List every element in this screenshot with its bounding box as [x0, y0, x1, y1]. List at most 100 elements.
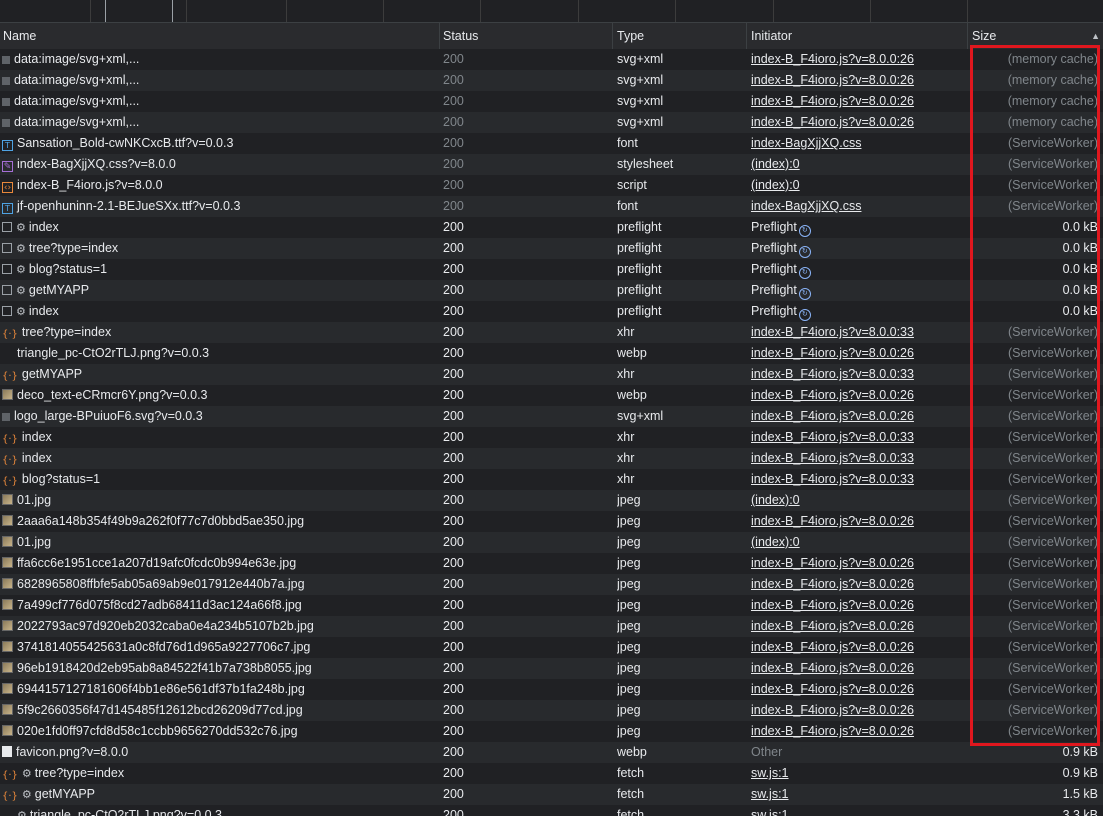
initiator-link[interactable]: (index):0	[751, 157, 800, 171]
network-request-row[interactable]: data:image/svg+xml,... 200 svg+xml index-B_…	[0, 112, 1103, 133]
initiator-link[interactable]: index-B_F4ioro.js?v=8.0.0:33	[751, 367, 914, 381]
initiator-cell: index-B_F4ioro.js?v=8.0.0:26	[751, 574, 963, 595]
network-request-row[interactable]: data:image/svg+xml,... 200 svg+xml index-B_…	[0, 91, 1103, 112]
preflight-link-icon[interactable]: ↻	[798, 288, 811, 300]
initiator-link[interactable]: index-BagXjjXQ.css	[751, 199, 861, 213]
network-request-row[interactable]: ‹› index-B_F4ioro.js?v=8.0.0 200 script (ind…	[0, 175, 1103, 196]
network-request-row[interactable]: ⚙ tree?type=index 200 preflight Preflight ↻ 0.…	[0, 238, 1103, 259]
initiator-cell: index-B_F4ioro.js?v=8.0.0:33	[751, 427, 963, 448]
initiator-link[interactable]: index-B_F4ioro.js?v=8.0.0:26	[751, 640, 914, 654]
preflight-link-icon[interactable]: ↻	[798, 246, 811, 258]
network-request-row[interactable]: ffa6cc6e1951cce1a207d19afc0fcdc0b994e63e…	[0, 553, 1103, 574]
initiator-link[interactable]: index-B_F4ioro.js?v=8.0.0:33	[751, 325, 914, 339]
initiator-link[interactable]: index-B_F4ioro.js?v=8.0.0:26	[751, 682, 914, 696]
network-request-row[interactable]: {·} index 200 xhr index-B_F4ioro.js?v=8.0.0:…	[0, 427, 1103, 448]
image-file-icon	[2, 704, 13, 715]
initiator-link[interactable]: (index):0	[751, 493, 800, 507]
initiator-link[interactable]: index-BagXjjXQ.css	[751, 136, 861, 150]
initiator-link[interactable]: index-B_F4ioro.js?v=8.0.0:26	[751, 598, 914, 612]
initiator-link[interactable]: index-B_F4ioro.js?v=8.0.0:26	[751, 73, 914, 87]
network-request-row[interactable]: 2022793ac97d920eb2032caba0e4a234b5107b2b…	[0, 616, 1103, 637]
network-request-row[interactable]: ⚙ triangle_pc-CtO2rTLJ.png?v=0.0.3 200 fetc…	[0, 805, 1103, 816]
initiator-link[interactable]: index-B_F4ioro.js?v=8.0.0:26	[751, 724, 914, 738]
initiator-link[interactable]: index-B_F4ioro.js?v=8.0.0:26	[751, 52, 914, 66]
network-request-row[interactable]: T Sansation_Bold-cwNKCxcB.ttf?v=0.0.3 200 f…	[0, 133, 1103, 154]
network-request-row[interactable]: data:image/svg+xml,... 200 svg+xml index-B_…	[0, 70, 1103, 91]
initiator-link[interactable]: index-B_F4ioro.js?v=8.0.0:26	[751, 514, 914, 528]
initiator-link[interactable]: index-B_F4ioro.js?v=8.0.0:33	[751, 430, 914, 444]
column-header-name[interactable]: Name	[0, 23, 441, 49]
network-request-row[interactable]: triangle_pc-CtO2rTLJ.png?v=0.0.3 200 webp i…	[0, 343, 1103, 364]
request-name-cell: ⚙ blog?status=1	[0, 259, 440, 280]
initiator-link[interactable]: index-B_F4ioro.js?v=8.0.0:26	[751, 409, 914, 423]
initiator-link[interactable]: index-B_F4ioro.js?v=8.0.0:26	[751, 94, 914, 108]
network-table-header: Name Status Type Initiator Size ▲	[0, 22, 1103, 50]
network-request-row[interactable]: 2aaa6a148b354f49b9a262f0f77c7d0bbd5ae350…	[0, 511, 1103, 532]
timeline-tick	[286, 0, 287, 22]
initiator-link[interactable]: index-B_F4ioro.js?v=8.0.0:26	[751, 346, 914, 360]
network-request-row[interactable]: favicon.png?v=8.0.0 200 webp Other 0.9 kB	[0, 742, 1103, 763]
network-request-row[interactable]: ⚙ index 200 preflight Preflight ↻ 0.0 kB	[0, 301, 1103, 322]
network-request-row[interactable]: {·} getMYAPP 200 xhr index-B_F4ioro.js?v=8.0…	[0, 364, 1103, 385]
network-request-row[interactable]: {·} blog?status=1 200 xhr index-B_F4ioro.js?…	[0, 469, 1103, 490]
network-request-row[interactable]: 5f9c2660356f47d145485f12612bcd26209d77cd…	[0, 700, 1103, 721]
network-request-row[interactable]: 3741814055425631a0c8fd76d1d965a9227706c7…	[0, 637, 1103, 658]
status-cell: 200	[443, 535, 464, 549]
status-cell: 200	[443, 766, 464, 780]
type-cell: jpeg	[617, 682, 641, 696]
initiator-link[interactable]: (index):0	[751, 178, 800, 192]
network-request-row[interactable]: ⚙ index 200 preflight Preflight ↻ 0.0 kB	[0, 217, 1103, 238]
network-request-row[interactable]: {·} tree?type=index 200 xhr index-B_F4ioro.j…	[0, 322, 1103, 343]
initiator-cell: index-B_F4ioro.js?v=8.0.0:26	[751, 511, 963, 532]
request-name-cell: {·} index	[0, 448, 440, 469]
initiator-link[interactable]: sw.js:1	[751, 808, 789, 816]
network-request-row[interactable]: 01.jpg 200 jpeg (index):0 (ServiceWorker)	[0, 532, 1103, 553]
initiator-link[interactable]: index-B_F4ioro.js?v=8.0.0:26	[751, 619, 914, 633]
network-request-row[interactable]: deco_text-eCRmcr6Y.png?v=0.0.3 200 webp ind…	[0, 385, 1103, 406]
column-header-status[interactable]: Status	[440, 23, 613, 49]
status-cell: 200	[443, 514, 464, 528]
network-request-row[interactable]: 6828965808ffbfe5ab05a69ab9e017912e440b7a…	[0, 574, 1103, 595]
checkbox-icon[interactable]	[2, 222, 12, 232]
network-request-row[interactable]: 01.jpg 200 jpeg (index):0 (ServiceWorker)	[0, 490, 1103, 511]
initiator-link[interactable]: index-B_F4ioro.js?v=8.0.0:26	[751, 115, 914, 129]
initiator-link[interactable]: sw.js:1	[751, 787, 789, 801]
network-request-row[interactable]: 96eb1918420d2eb95ab8a84522f41b7a738b8055…	[0, 658, 1103, 679]
network-request-row[interactable]: 6944157127181606f4bb1e86e561df37b1fa248b…	[0, 679, 1103, 700]
network-request-row[interactable]: Tjf-openhuninn-2.1-BEJueSXx.ttf?v=0.0.3 2…	[0, 196, 1103, 217]
initiator-link[interactable]: (index):0	[751, 535, 800, 549]
checkbox-icon[interactable]	[2, 306, 12, 316]
request-name-cell: favicon.png?v=8.0.0	[0, 742, 440, 763]
initiator-link[interactable]: index-B_F4ioro.js?v=8.0.0:33	[751, 472, 914, 486]
network-request-row[interactable]: data:image/svg+xml,... 200 svg+xml index-B_…	[0, 49, 1103, 70]
column-header-type[interactable]: Type	[614, 23, 747, 49]
network-request-row[interactable]: {·} ⚙ getMYAPP 200 fetch sw.js:1 1.5 kB	[0, 784, 1103, 805]
column-header-size[interactable]: Size ▲	[969, 23, 1103, 49]
network-request-row[interactable]: logo_large-BPuiuoF6.svg?v=0.0.3 200 svg+xm…	[0, 406, 1103, 427]
status-cell: 200	[443, 598, 464, 612]
initiator-link[interactable]: index-B_F4ioro.js?v=8.0.0:26	[751, 661, 914, 675]
network-request-row[interactable]: ⚙ blog?status=1 200 preflight Preflight ↻ 0.0 …	[0, 259, 1103, 280]
checkbox-icon[interactable]	[2, 264, 12, 274]
network-request-row[interactable]: {·} index 200 xhr index-B_F4ioro.js?v=8.0.0:…	[0, 448, 1103, 469]
type-cell: xhr	[617, 451, 635, 465]
checkbox-icon[interactable]	[2, 243, 12, 253]
preflight-link-icon[interactable]: ↻	[798, 309, 811, 321]
network-request-row[interactable]: {·} ⚙ tree?type=index 200 fetch sw.js:1 0.9 kB	[0, 763, 1103, 784]
column-header-initiator[interactable]: Initiator	[748, 23, 967, 49]
preflight-link-icon[interactable]: ↻	[798, 225, 811, 237]
network-request-row[interactable]: ⚙ getMYAPP 200 preflight Preflight ↻ 0.0 kB	[0, 280, 1103, 301]
type-cell: jpeg	[617, 640, 641, 654]
initiator-link[interactable]: index-B_F4ioro.js?v=8.0.0:26	[751, 703, 914, 717]
initiator-link[interactable]: index-B_F4ioro.js?v=8.0.0:26	[751, 556, 914, 570]
initiator-link[interactable]: index-B_F4ioro.js?v=8.0.0:33	[751, 451, 914, 465]
network-request-row[interactable]: 7a499cf776d075f8cd27adb68411d3ac124a66f8…	[0, 595, 1103, 616]
timeline-overview[interactable]	[0, 0, 1103, 22]
initiator-link[interactable]: index-B_F4ioro.js?v=8.0.0:26	[751, 388, 914, 402]
initiator-link[interactable]: sw.js:1	[751, 766, 789, 780]
network-request-row[interactable]: ✎ index-BagXjjXQ.css?v=8.0.0 200 stylesheet…	[0, 154, 1103, 175]
checkbox-icon[interactable]	[2, 285, 12, 295]
initiator-link[interactable]: index-B_F4ioro.js?v=8.0.0:26	[751, 577, 914, 591]
preflight-link-icon[interactable]: ↻	[798, 267, 811, 279]
network-request-row[interactable]: 020e1fd0ff97cfd8d58c1ccbb9656270dd532c76…	[0, 721, 1103, 742]
